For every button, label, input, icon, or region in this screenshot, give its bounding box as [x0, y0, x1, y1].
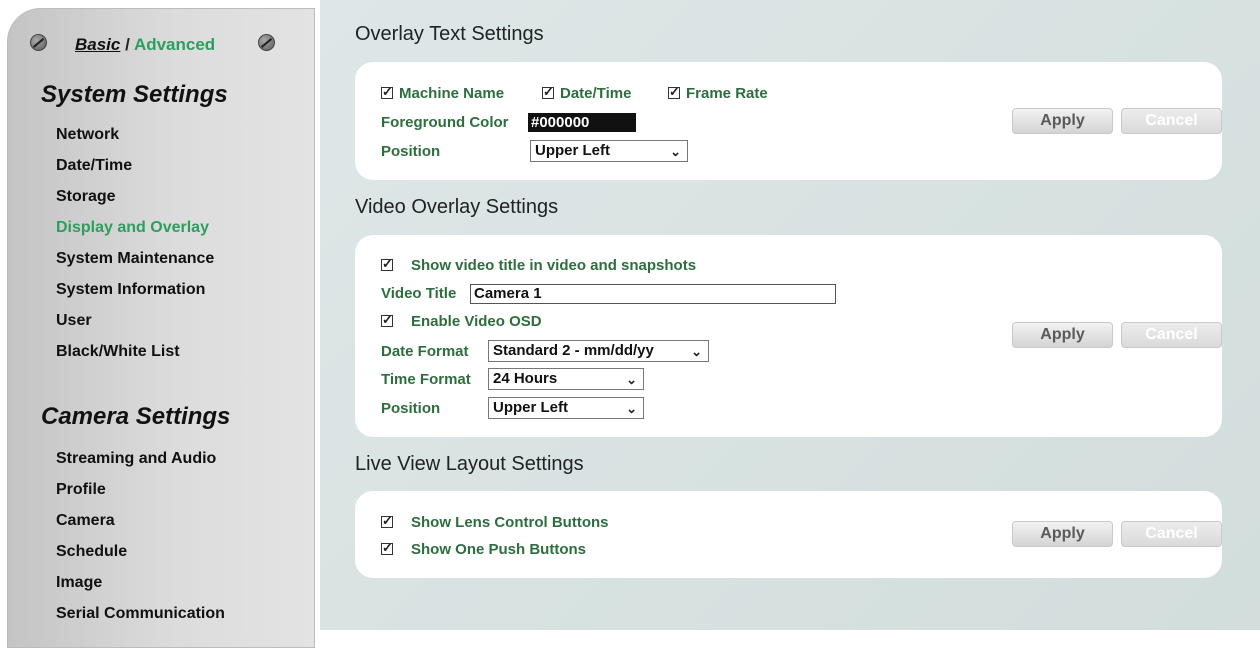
- frame-rate-checkbox[interactable]: [668, 84, 680, 100]
- screw-icon-left: [30, 34, 47, 51]
- lens-control-label: Show Lens Control Buttons: [411, 514, 609, 531]
- machine-name-label: Machine Name: [399, 85, 505, 102]
- date-time-checkbox[interactable]: [542, 84, 554, 100]
- sidebar-item-network[interactable]: Network: [56, 119, 214, 150]
- foreground-color-input[interactable]: #000000: [528, 113, 636, 132]
- date-format-select[interactable]: Standard 2 - mm/dd/yy ⌄: [488, 340, 709, 362]
- date-time-label: Date/Time: [560, 85, 632, 102]
- chevron-down-icon: ⌄: [626, 401, 637, 416]
- show-video-title-option[interactable]: Show video title in video and snapshots: [381, 256, 697, 274]
- one-push-option[interactable]: Show One Push Buttons: [381, 540, 586, 558]
- foreground-color-label: Foreground Color: [381, 114, 509, 131]
- system-settings-nav: Network Date/Time Storage Display and Overl…: [56, 119, 214, 367]
- video-overlay-heading: Video Overlay Settings: [355, 196, 559, 218]
- sidebar-item-display-and-overlay[interactable]: Display and Overlay: [56, 212, 214, 243]
- sidebar-item-streaming-and-audio[interactable]: Streaming and Audio: [56, 443, 225, 474]
- lens-control-option[interactable]: Show Lens Control Buttons: [381, 513, 609, 531]
- overlay-text-heading: Overlay Text Settings: [355, 23, 544, 45]
- system-settings-title: System Settings: [41, 81, 228, 108]
- video-overlay-apply-button[interactable]: Apply: [1012, 322, 1113, 348]
- sidebar-item-schedule[interactable]: Schedule: [56, 536, 225, 567]
- frame-rate-option[interactable]: Frame Rate: [668, 84, 768, 102]
- sidebar-item-profile[interactable]: Profile: [56, 474, 225, 505]
- date-time-option[interactable]: Date/Time: [542, 84, 632, 102]
- sidebar-item-serial-communication[interactable]: Serial Communication: [56, 598, 225, 629]
- sidebar-item-storage[interactable]: Storage: [56, 181, 214, 212]
- frame-rate-label: Frame Rate: [686, 85, 768, 102]
- video-position-select[interactable]: Upper Left ⌄: [488, 397, 644, 419]
- overlay-position-value: Upper Left: [535, 142, 610, 159]
- show-video-title-checkbox[interactable]: [381, 256, 393, 272]
- live-view-heading: Live View Layout Settings: [355, 453, 584, 475]
- sidebar: Basic / Advanced System Settings Network…: [7, 8, 315, 648]
- sidebar-item-black-white-list[interactable]: Black/White List: [56, 336, 214, 367]
- one-push-label: Show One Push Buttons: [411, 541, 586, 558]
- one-push-checkbox[interactable]: [381, 540, 393, 556]
- chevron-down-icon: ⌄: [626, 372, 637, 387]
- advanced-mode-link[interactable]: Advanced: [134, 35, 215, 54]
- mode-separator: /: [125, 35, 130, 54]
- sidebar-item-system-maintenance[interactable]: System Maintenance: [56, 243, 214, 274]
- machine-name-option[interactable]: Machine Name: [381, 84, 505, 102]
- overlay-position-label: Position: [381, 143, 441, 160]
- camera-settings-nav: Streaming and Audio Profile Camera Schedule…: [56, 443, 225, 629]
- date-format-value: Standard 2 - mm/dd/yy: [493, 342, 654, 359]
- enable-osd-checkbox[interactable]: [381, 312, 393, 328]
- chevron-down-icon: ⌄: [691, 344, 702, 359]
- lens-control-checkbox[interactable]: [381, 513, 393, 529]
- video-title-input[interactable]: Camera 1: [470, 284, 836, 304]
- video-position-value: Upper Left: [493, 399, 568, 416]
- live-view-apply-button[interactable]: Apply: [1012, 521, 1113, 547]
- basic-mode-link[interactable]: Basic: [75, 35, 120, 54]
- overlay-position-select[interactable]: Upper Left ⌄: [530, 140, 688, 162]
- chevron-down-icon: ⌄: [670, 144, 681, 159]
- date-format-label: Date Format: [381, 343, 469, 360]
- video-position-label: Position: [381, 400, 441, 417]
- enable-osd-option[interactable]: Enable Video OSD: [381, 312, 542, 330]
- time-format-value: 24 Hours: [493, 370, 558, 387]
- enable-osd-label: Enable Video OSD: [411, 313, 542, 330]
- sidebar-item-system-information[interactable]: System Information: [56, 274, 214, 305]
- time-format-label: Time Format: [381, 371, 471, 388]
- sidebar-item-user[interactable]: User: [56, 305, 214, 336]
- sidebar-item-date-time[interactable]: Date/Time: [56, 150, 214, 181]
- video-overlay-cancel-button[interactable]: Cancel: [1121, 322, 1222, 348]
- live-view-cancel-button[interactable]: Cancel: [1121, 521, 1222, 547]
- screw-icon-right: [258, 34, 275, 51]
- mode-switch: Basic / Advanced: [75, 35, 215, 55]
- overlay-text-apply-button[interactable]: Apply: [1012, 108, 1113, 134]
- camera-settings-title: Camera Settings: [41, 403, 231, 430]
- sidebar-item-image[interactable]: Image: [56, 567, 225, 598]
- overlay-text-cancel-button[interactable]: Cancel: [1121, 108, 1222, 134]
- sidebar-item-camera[interactable]: Camera: [56, 505, 225, 536]
- video-title-label: Video Title: [381, 285, 457, 302]
- machine-name-checkbox[interactable]: [381, 84, 393, 100]
- show-video-title-label: Show video title in video and snapshots: [411, 257, 697, 274]
- time-format-select[interactable]: 24 Hours ⌄: [488, 368, 644, 390]
